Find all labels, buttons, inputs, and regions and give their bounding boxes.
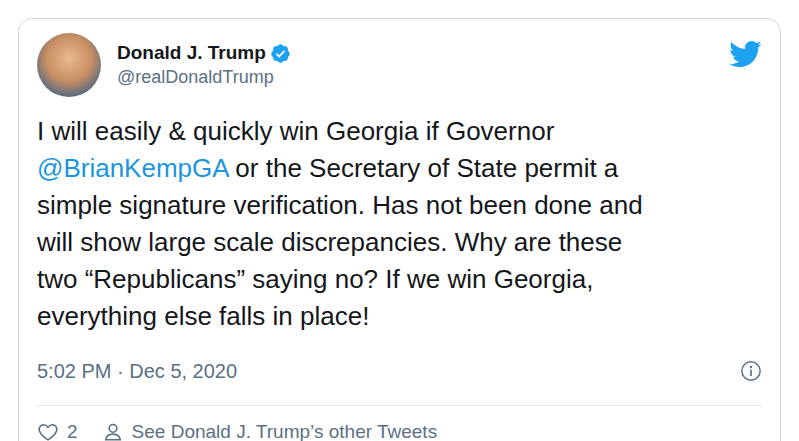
author-handle[interactable]: @realDonaldTrump [117,65,712,89]
mention-link[interactable]: @BrianKempGA [37,153,228,183]
tweet-footer: 2 See Donald J. Trump’s other Tweets [37,405,762,441]
timestamp[interactable]: 5:02 PM · Dec 5, 2020 [37,357,237,385]
like-button[interactable]: 2 [37,419,78,441]
avatar-photo[interactable] [37,33,101,97]
tweet-line: two “Republicans” saying no? If we win G… [37,261,762,298]
heart-icon [37,421,59,441]
twitter-bird-icon [728,37,762,71]
profile-link[interactable]: See Donald J. Trump’s other Tweets [102,419,438,441]
like-count: 2 [67,419,78,441]
tweet-text-segment: simple signature verification. Has not b… [37,190,643,220]
tweet-text-segment: will show large scale discrepancies. Why… [37,227,622,257]
tweet-line: @BrianKempGA or the Secretary of State p… [37,150,762,187]
verified-icon [270,43,291,64]
tweet-text: I will easily & quickly win Georgia if G… [37,113,762,335]
timestamp-row: 5:02 PM · Dec 5, 2020 [37,357,762,385]
tweet-card: Donald J. Trump@realDonaldTrump I will ea… [18,18,781,441]
tweet-text-segment: two “Republicans” saying no? If we win G… [37,264,593,294]
person-icon [102,421,124,441]
tweet-header: Donald J. Trump@realDonaldTrump [37,33,762,97]
tweet-line: will show large scale discrepancies. Why… [37,224,762,261]
info-icon[interactable] [740,360,762,382]
tweet-line: I will easily & quickly win Georgia if G… [37,113,762,150]
profile-link-text[interactable]: See Donald J. Trump’s other Tweets [132,419,438,441]
tweet-text-segment: everything else falls in place! [37,301,369,331]
author-info: Donald J. Trump@realDonaldTrump [117,41,712,89]
tweet-line: simple signature verification. Has not b… [37,187,762,224]
author-name-row: Donald J. Trump [117,41,712,65]
tweet-text-segment: or the Secretary of State permit a [228,153,618,183]
tweet-text-segment: I will easily & quickly win Georgia if G… [37,116,554,146]
tweet-line: everything else falls in place! [37,298,762,335]
author-name[interactable]: Donald J. Trump [117,41,266,65]
